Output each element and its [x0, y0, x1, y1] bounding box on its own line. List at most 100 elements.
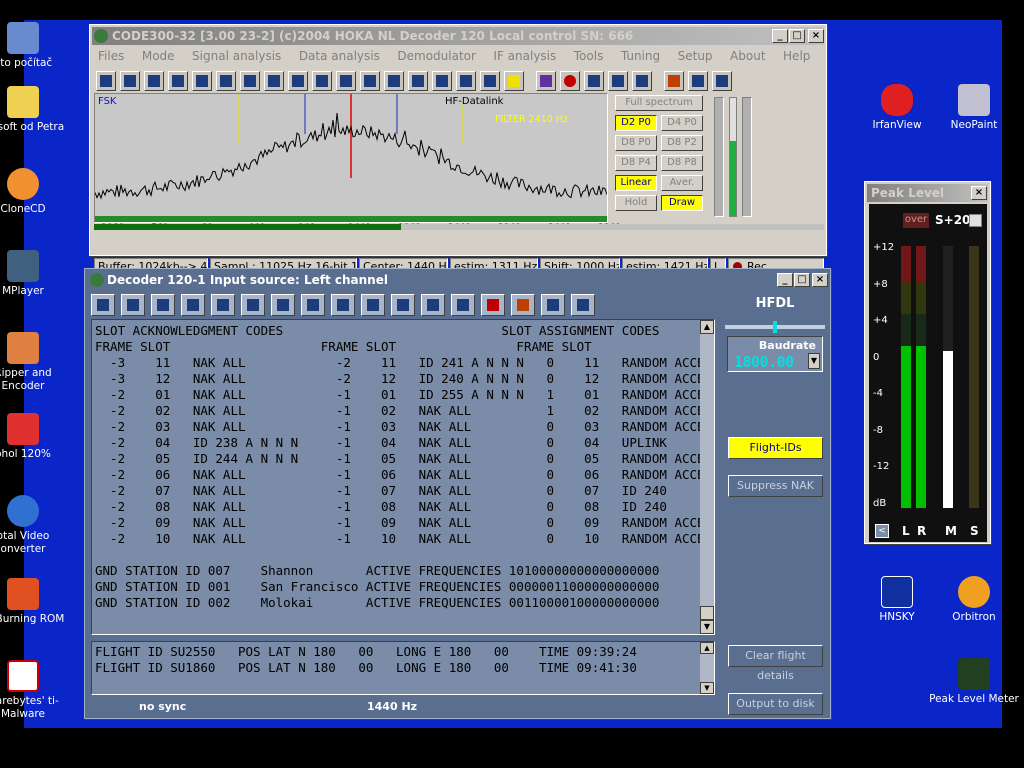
peak-left-arrow-icon[interactable]: <	[875, 524, 889, 538]
decoder-minimize-button[interactable]: _	[777, 273, 793, 287]
reply-icon[interactable]	[421, 294, 445, 316]
bars-dark-icon[interactable]	[384, 71, 404, 91]
flight-output[interactable]: FLIGHT ID SU2550 POS LAT N 180 00 LONG E…	[91, 641, 715, 695]
menu-files[interactable]: Files	[98, 49, 124, 63]
d2p0-button[interactable]: D2 P0	[615, 115, 657, 131]
baudrate-slider-track[interactable]	[725, 321, 825, 333]
sort-icon[interactable]	[451, 294, 475, 316]
maximize-button[interactable]: □	[789, 29, 805, 43]
star-icon[interactable]	[264, 71, 284, 91]
scroll-thumb[interactable]	[700, 606, 714, 620]
network-icon[interactable]	[240, 71, 260, 91]
draw-button[interactable]: Draw	[661, 195, 703, 211]
close-button[interactable]: ×	[808, 29, 824, 43]
hold-button[interactable]: Hold	[615, 195, 657, 211]
menu-about[interactable]: About	[730, 49, 765, 63]
baudrate-value[interactable]: 1800.00	[734, 353, 808, 371]
list-icon[interactable]	[96, 71, 116, 91]
menu-data-analysis[interactable]: Data analysis	[299, 49, 380, 63]
desktop-icon-neopaint[interactable]: NeoPaint	[929, 84, 1019, 132]
d4p0-button[interactable]: D4 P0	[661, 115, 703, 131]
d8p8-button[interactable]: D8 P8	[661, 155, 703, 171]
barchart-icon[interactable]	[288, 71, 308, 91]
full-spectrum-button[interactable]: Full spectrum	[615, 95, 703, 111]
desktop-icon-kmplayer[interactable]: MPlayer	[0, 250, 68, 298]
desktop-icon-clonecd[interactable]: CloneCD	[0, 168, 68, 216]
desktop-icon-orbitron[interactable]: Orbitron	[929, 576, 1019, 624]
windows-icon[interactable]	[271, 294, 295, 316]
menu-help[interactable]: Help	[783, 49, 810, 63]
scroll-up-icon[interactable]: ▲	[700, 320, 714, 334]
save-page-icon[interactable]	[331, 294, 355, 316]
record-icon[interactable]	[560, 71, 580, 91]
filter-icon[interactable]	[361, 294, 385, 316]
refresh-icon[interactable]	[121, 294, 145, 316]
level-meter-icon[interactable]	[511, 294, 535, 316]
desktop-icon-folder[interactable]: vý soft od Petra	[0, 86, 68, 134]
aver-button[interactable]: Aver.	[661, 175, 703, 191]
menu-setup[interactable]: Setup	[678, 49, 713, 63]
scroll-down-icon[interactable]: ▼	[700, 620, 714, 634]
desktop-icon-peaklevelmeter[interactable]: Peak Level Meter	[929, 658, 1019, 706]
grid-icon[interactable]	[192, 71, 212, 91]
d8p0-button[interactable]: D8 P0	[615, 135, 657, 151]
level-slider-1[interactable]	[714, 97, 724, 217]
menu-tools[interactable]: Tools	[574, 49, 604, 63]
help-icon[interactable]	[504, 71, 524, 91]
decoder-close-button[interactable]: ×	[812, 273, 828, 287]
help-icon[interactable]	[481, 294, 505, 316]
desktop-icon-videoconv[interactable]: otal Video onverter	[0, 495, 68, 556]
import-icon[interactable]	[632, 71, 652, 91]
scroll-down-icon[interactable]: ▼	[700, 682, 714, 694]
gear-icon[interactable]	[312, 71, 332, 91]
keyboard-icon[interactable]	[541, 294, 565, 316]
linear-button[interactable]: Linear	[615, 175, 657, 191]
bars-blue-icon[interactable]	[480, 71, 500, 91]
decoder-output[interactable]: SLOT ACKNOWLEDGMENT CODES SLOT ASSIGNMEN…	[91, 319, 715, 635]
minimize-button[interactable]: _	[772, 29, 788, 43]
baudrate-dropdown-icon[interactable]: ▼	[808, 353, 820, 369]
music-icon[interactable]	[432, 71, 452, 91]
tools-icon[interactable]	[91, 294, 115, 316]
s20-checkbox[interactable]	[969, 214, 982, 227]
menu-signal-analysis[interactable]: Signal analysis	[192, 49, 281, 63]
windows-icon[interactable]	[144, 71, 164, 91]
desktop-icon-malware[interactable]: warebytes' ti-Malware	[0, 660, 68, 721]
cycle-icon[interactable]	[151, 294, 175, 316]
antenna-icon[interactable]	[168, 71, 188, 91]
code-icon[interactable]	[336, 71, 356, 91]
desktop-icon-ripper[interactable]: Ripper and Encoder	[0, 332, 68, 393]
speaker-icon[interactable]	[536, 71, 556, 91]
flight-output-scrollbar[interactable]: ▲ ▼	[700, 642, 714, 694]
export-icon[interactable]	[608, 71, 628, 91]
desktop-icon-alcohol[interactable]: ohol 120%	[0, 413, 68, 461]
info-icon[interactable]	[571, 294, 595, 316]
waveform-icon[interactable]	[120, 71, 140, 91]
flight-ids-button[interactable]: Flight-IDs	[728, 437, 823, 459]
spectrum-display[interactable]: FSK HF-Datalink FILTER 2410 Hz	[94, 93, 608, 223]
d8p4-button[interactable]: D8 P4	[615, 155, 657, 171]
font-icon[interactable]	[241, 294, 265, 316]
suppress-nak-button[interactable]: Suppress NAK	[728, 475, 823, 497]
d8p2-button[interactable]: D8 P2	[661, 135, 703, 151]
grid-x-icon[interactable]	[391, 294, 415, 316]
pause-icon[interactable]	[584, 71, 604, 91]
barchart-2-icon[interactable]	[408, 71, 428, 91]
menu-demodulator[interactable]: Demodulator	[397, 49, 476, 63]
desktop-icon-computer[interactable]: ato počítač	[0, 22, 68, 70]
bars-red-icon[interactable]	[456, 71, 476, 91]
menu-tuning[interactable]: Tuning	[621, 49, 660, 63]
decoder-output-scrollbar[interactable]: ▲ ▼	[700, 320, 714, 634]
stripes-icon[interactable]	[360, 71, 380, 91]
level-slider-2[interactable]	[742, 97, 752, 217]
peak-close-button[interactable]: ×	[971, 186, 987, 200]
resize-icon[interactable]	[688, 71, 708, 91]
text-export-icon[interactable]	[211, 294, 235, 316]
baudrate-slider-thumb[interactable]	[773, 321, 777, 333]
output-to-disk-button[interactable]: Output to disk	[728, 693, 823, 715]
clear-flight-details-button[interactable]: Clear flight details	[728, 645, 823, 682]
scroll-up-icon[interactable]: ▲	[700, 642, 714, 654]
level-icon[interactable]	[664, 71, 684, 91]
menu-mode[interactable]: Mode	[142, 49, 175, 63]
info-icon[interactable]	[712, 71, 732, 91]
